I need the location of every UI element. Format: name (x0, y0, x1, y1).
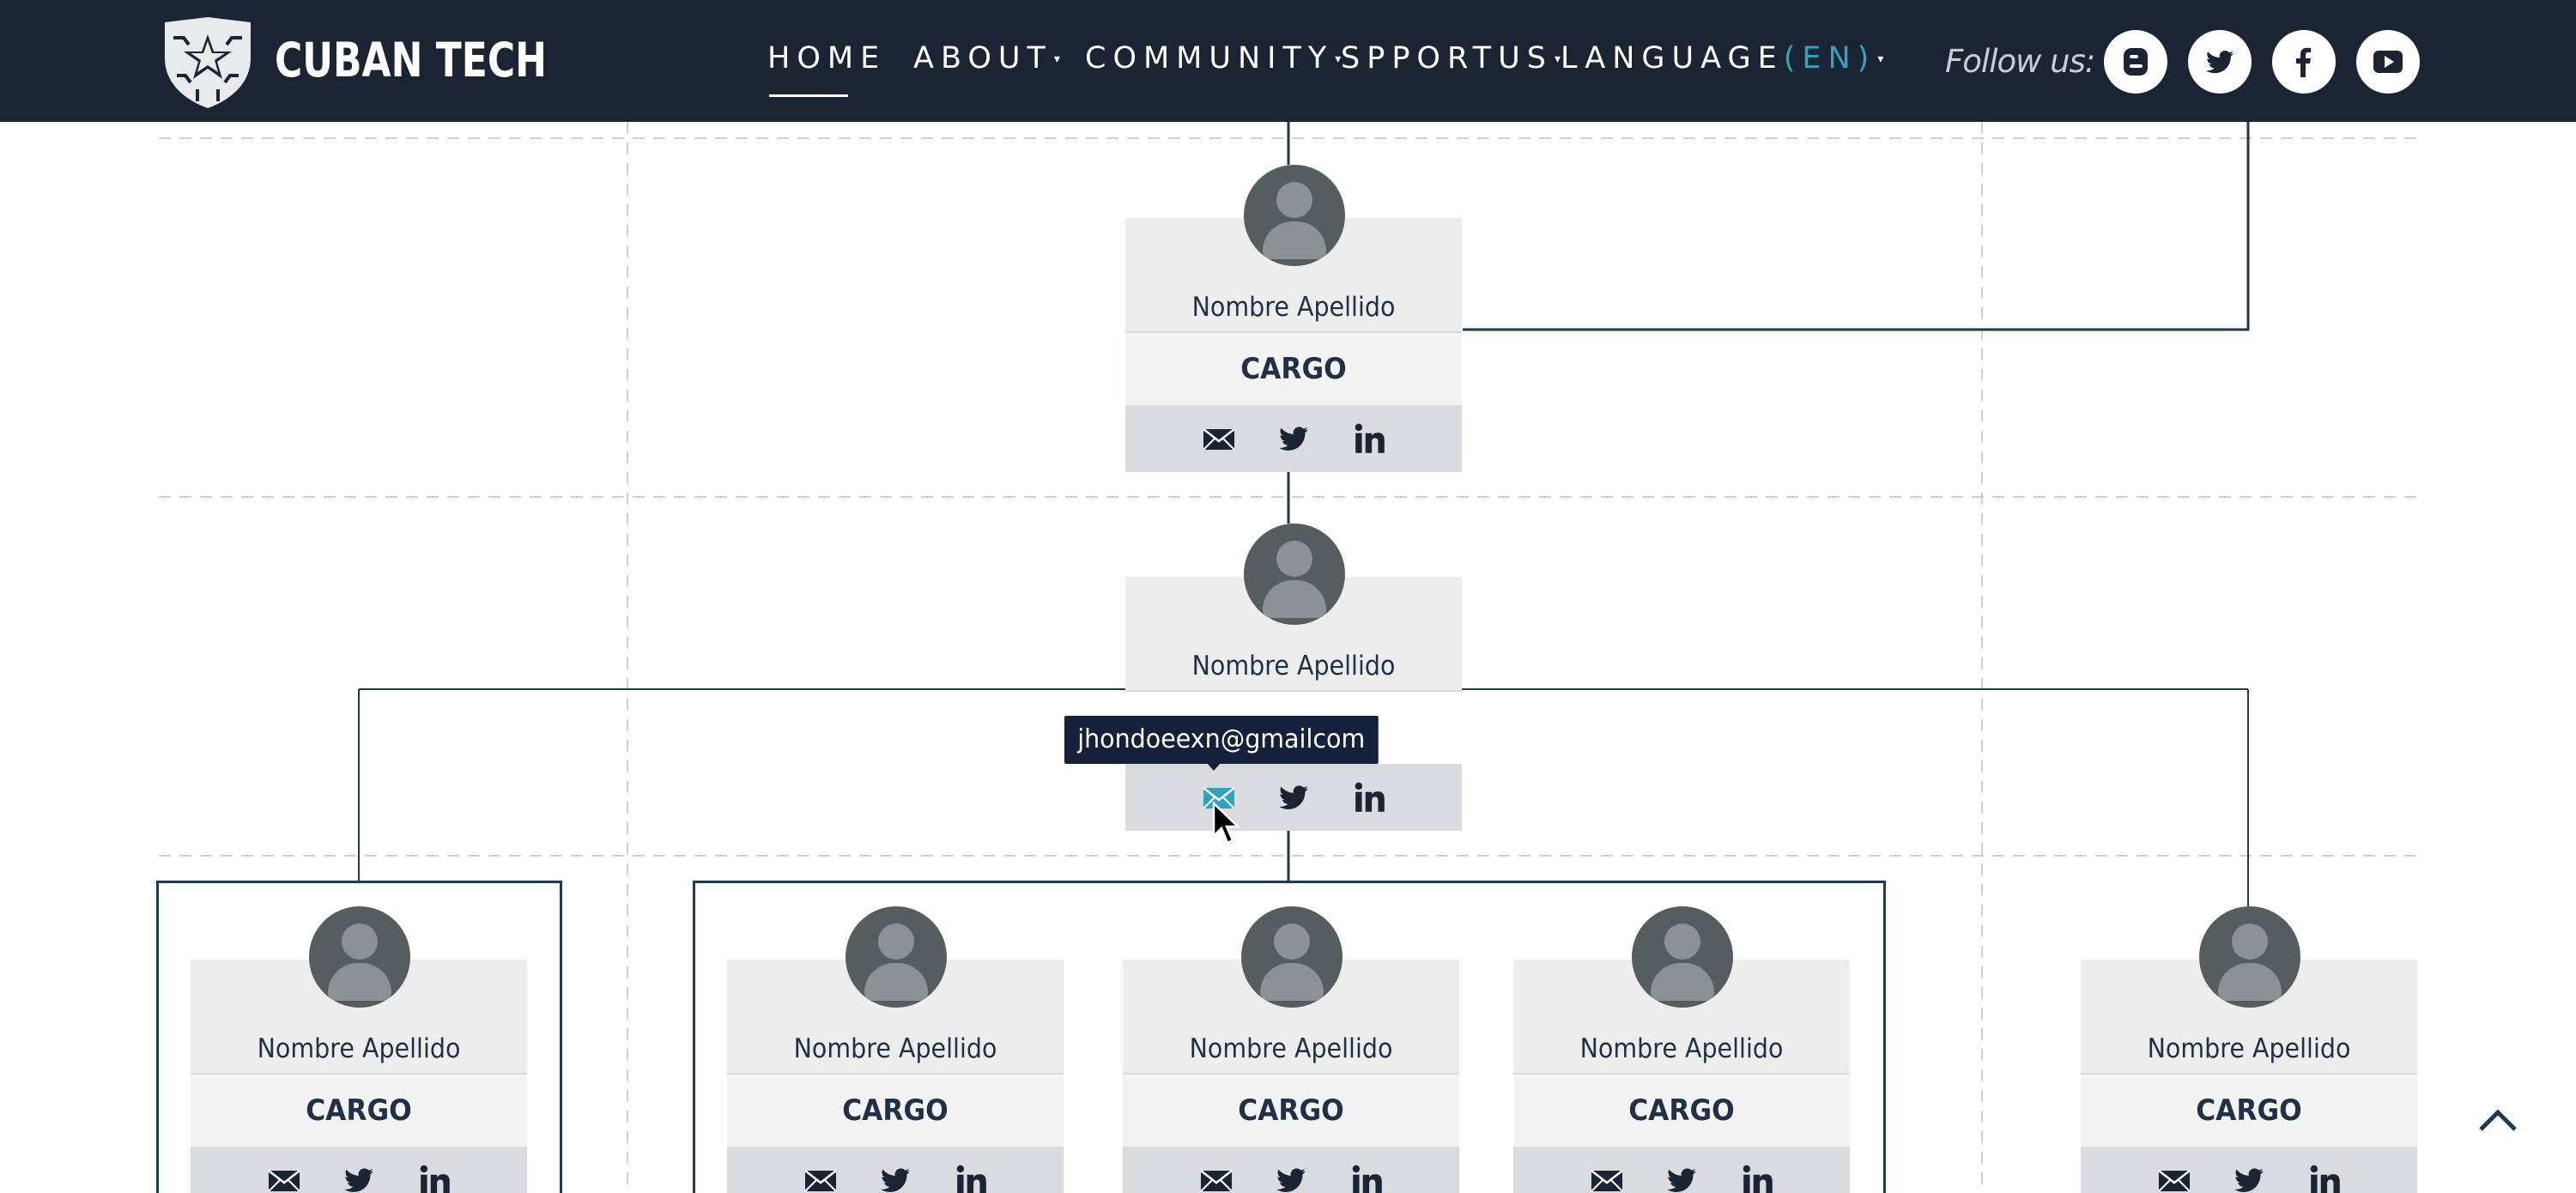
org-member-card: Nombre Apellido CARGO (1125, 165, 1462, 472)
member-name: Nombre Apellido (793, 1033, 997, 1064)
nav-spportus[interactable]: SPPORTUS ▾ (1341, 41, 1561, 76)
linkedin-icon[interactable] (954, 1162, 990, 1193)
twitter-icon[interactable] (877, 1162, 913, 1193)
mouse-cursor-icon (1212, 802, 1241, 845)
site-header: CUBAN TECH HOME ABOUT ▾ COMMUNITY ▾ SPPORT… (0, 0, 2576, 122)
email-icon[interactable] (803, 1162, 839, 1193)
member-name: Nombre Apellido (1579, 1033, 1784, 1064)
facebook-icon[interactable] (2272, 30, 2336, 94)
org-member-card: Nombre Apellido (1125, 524, 1462, 831)
twitter-icon[interactable] (341, 1162, 377, 1193)
twitter-icon[interactable] (1276, 421, 1312, 457)
nav-active-indicator (769, 94, 848, 97)
chevron-down-icon: ▾ (1877, 52, 1884, 66)
nav-language[interactable]: LANGUAGE(EN) ▾ (1561, 41, 1883, 76)
email-icon[interactable] (1589, 1162, 1625, 1193)
email-tooltip: jhondoeexn@gmailcom (1064, 716, 1379, 764)
org-member-card: Nombre Apellido CARGO (1513, 906, 1850, 1193)
twitter-icon[interactable] (1276, 779, 1312, 815)
card-divider (1125, 690, 1462, 692)
twitter-icon[interactable] (2231, 1162, 2267, 1193)
linkedin-icon[interactable] (417, 1162, 453, 1193)
youtube-icon[interactable] (2356, 30, 2420, 94)
linkedin-icon[interactable] (1740, 1162, 1776, 1193)
avatar[interactable] (1632, 906, 1733, 1008)
avatar[interactable] (1244, 524, 1345, 625)
linkedin-icon[interactable] (1352, 421, 1388, 457)
star-shield-icon[interactable] (156, 15, 259, 110)
blogger-icon[interactable] (2104, 30, 2167, 94)
nav-home-label: HOME (767, 41, 887, 76)
twitter-icon[interactable] (1664, 1162, 1700, 1193)
email-icon[interactable] (2156, 1162, 2192, 1193)
twitter-icon[interactable] (2188, 30, 2252, 94)
member-role: CARGO (306, 1093, 412, 1128)
member-role: CARGO (1240, 352, 1347, 386)
linkedin-icon[interactable] (1352, 779, 1388, 815)
member-role: CARGO (2196, 1093, 2302, 1128)
org-member-card: Nombre Apellido CARGO (191, 906, 527, 1193)
member-role: CARGO (1238, 1093, 1344, 1128)
member-role: CARGO (1628, 1093, 1735, 1128)
chevron-down-icon: ▾ (1554, 52, 1561, 66)
avatar[interactable] (1244, 165, 1345, 266)
org-member-card: Nombre Apellido CARGO (1123, 906, 1459, 1193)
org-chart-page: CUBAN TECH HOME ABOUT ▾ COMMUNITY ▾ SPPORT… (0, 0, 2576, 1193)
nav-about[interactable]: ABOUT ▾ (913, 41, 1060, 76)
avatar[interactable] (846, 906, 947, 1008)
language-code: (EN) (1783, 41, 1876, 76)
nav-community[interactable]: COMMUNITY ▾ (1085, 41, 1341, 76)
org-member-card: Nombre Apellido CARGO (2081, 906, 2417, 1193)
chevron-up-icon[interactable] (2477, 1105, 2518, 1133)
avatar[interactable] (1241, 906, 1343, 1008)
brand-name[interactable]: CUBAN TECH (275, 33, 547, 88)
org-member-card: Nombre Apellido CARGO (727, 906, 1064, 1193)
nav-community-label: COMMUNITY (1085, 41, 1334, 76)
linkedin-icon[interactable] (1349, 1162, 1385, 1193)
email-icon[interactable] (1201, 421, 1237, 457)
avatar[interactable] (309, 906, 410, 1008)
member-name: Nombre Apellido (2147, 1033, 2351, 1064)
email-icon[interactable] (1198, 1162, 1234, 1193)
member-name: Nombre Apellido (1191, 651, 1396, 681)
member-name: Nombre Apellido (1189, 1033, 1393, 1064)
member-name: Nombre Apellido (257, 1033, 461, 1064)
avatar[interactable] (2199, 906, 2300, 1008)
nav-language-label: LANGUAGE (1561, 41, 1784, 76)
nav-home[interactable]: HOME (767, 41, 886, 76)
nav-about-label: ABOUT (913, 41, 1052, 76)
email-icon[interactable] (266, 1162, 302, 1193)
follow-us-label: Follow us: (1945, 43, 2095, 80)
chevron-down-icon: ▾ (1053, 52, 1060, 66)
linkedin-icon[interactable] (2307, 1162, 2343, 1193)
member-role: CARGO (842, 1093, 949, 1128)
twitter-icon[interactable] (1273, 1162, 1309, 1193)
tooltip-arrow (1206, 762, 1221, 771)
member-name: Nombre Apellido (1191, 292, 1396, 323)
nav-spportus-label: SPPORTUS (1341, 41, 1553, 76)
